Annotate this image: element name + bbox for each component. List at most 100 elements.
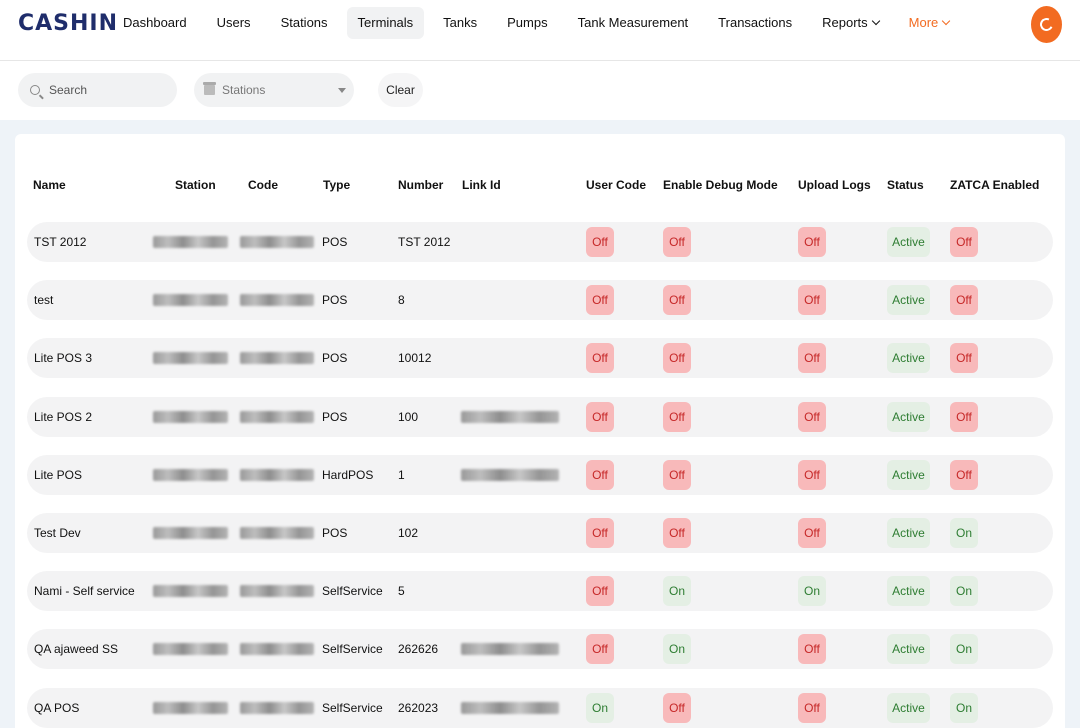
cell-name: test: [34, 293, 54, 308]
user-code-badge: Off: [586, 459, 614, 490]
redacted-link-id: [461, 643, 559, 656]
cell-number: 102: [398, 526, 419, 540]
redacted-station: [153, 410, 228, 423]
redacted-link-id: [461, 410, 559, 423]
cell-name: TST 2012: [34, 235, 87, 249]
stations-select[interactable]: Stations: [194, 73, 354, 107]
search-box[interactable]: [18, 73, 177, 107]
cell-type: POS: [322, 351, 348, 366]
user-avatar[interactable]: [1031, 6, 1062, 43]
upload-logs-badge: Off: [798, 518, 826, 548]
redacted-code: [240, 643, 314, 656]
header-code[interactable]: Code: [248, 178, 278, 192]
cashin-mark-icon: [1038, 16, 1055, 33]
clear-button[interactable]: Clear: [378, 73, 423, 107]
top-navigation-bar: CASHIN Dashboard Users Stations Terminal…: [0, 0, 1080, 61]
header-upload-logs[interactable]: Upload Logs: [798, 178, 871, 192]
user-code-badge: Off: [586, 227, 614, 257]
nav-transactions[interactable]: Transactions: [707, 7, 803, 39]
nav-dashboard[interactable]: Dashboard: [112, 7, 198, 39]
status-badge: Active: [887, 343, 930, 374]
status-badge: Active: [887, 692, 930, 723]
debug-badge: On: [663, 634, 691, 665]
nav-pumps[interactable]: Pumps: [496, 7, 558, 39]
zatca-badge: Off: [950, 285, 978, 316]
header-status[interactable]: Status: [887, 178, 924, 192]
redacted-station: [153, 585, 228, 598]
cell-number: 262626: [398, 642, 439, 657]
upload-logs-badge: Off: [798, 459, 826, 490]
upload-logs-badge: Off: [798, 634, 826, 665]
upload-logs-badge: Off: [798, 285, 826, 316]
table-row[interactable]: test POS 8 Off Off Off Active Off: [27, 280, 1053, 321]
cell-number: 262023: [398, 700, 439, 715]
table-row[interactable]: Lite POS 2 POS 100 Off Off Off Active Off: [27, 396, 1053, 437]
debug-badge: Off: [663, 692, 691, 723]
redacted-station: [153, 701, 228, 714]
redacted-code: [240, 352, 314, 365]
table-row[interactable]: QA ajaweed SS SelfService 262626 Off On Off Ac…: [27, 629, 1053, 670]
table-header: Name Station Code Type Number Link Id Us…: [15, 134, 1065, 222]
cell-name: Lite POS: [34, 467, 83, 482]
table-row[interactable]: Test Dev POS 102 Off Off Off Active On: [27, 513, 1053, 553]
redacted-station: [153, 352, 228, 365]
nav-stations[interactable]: Stations: [270, 7, 339, 39]
cell-type: HardPOS: [322, 467, 374, 482]
table-row[interactable]: TST 2012 POS TST 2012 Off Off Off Active Off: [27, 222, 1053, 262]
store-icon: [203, 82, 216, 95]
zatca-badge: Off: [950, 227, 978, 257]
redacted-code: [240, 410, 314, 423]
header-station[interactable]: Station: [175, 178, 216, 192]
status-badge: Active: [887, 285, 930, 316]
cell-number: 1: [398, 467, 405, 482]
header-type[interactable]: Type: [323, 178, 350, 192]
cell-type: SelfService: [322, 700, 383, 715]
redacted-code: [240, 701, 314, 714]
nav-users[interactable]: Users: [206, 7, 262, 39]
cell-name: QA POS: [34, 700, 80, 715]
cell-name: Test Dev: [34, 526, 81, 540]
header-name[interactable]: Name: [33, 178, 66, 192]
chevron-down-icon: [942, 16, 951, 26]
header-zatca-enabled[interactable]: ZATCA Enabled: [950, 178, 1039, 192]
cashin-logo[interactable]: CASHIN: [18, 11, 118, 36]
redacted-code: [240, 236, 314, 248]
cell-name: Lite POS 3: [34, 351, 93, 366]
cell-number: TST 2012: [398, 235, 451, 249]
table-row[interactable]: Nami - Self service SelfService 5 Off On On Ac…: [27, 571, 1053, 612]
debug-badge: Off: [663, 343, 691, 374]
nav-more-dropdown[interactable]: More: [898, 7, 961, 39]
nav-terminals[interactable]: Terminals: [346, 7, 425, 39]
nav-tank-measurement[interactable]: Tank Measurement: [567, 7, 700, 39]
header-user-code[interactable]: User Code: [586, 178, 646, 192]
table-row[interactable]: Lite POS 3 POS 10012 Off Off Off Active Off: [27, 338, 1053, 379]
redacted-code: [240, 585, 314, 598]
chevron-down-icon: [871, 16, 880, 26]
status-badge: Active: [887, 518, 930, 548]
status-badge: Active: [887, 459, 930, 490]
debug-badge: Off: [663, 285, 691, 316]
nav-tanks[interactable]: Tanks: [432, 7, 488, 39]
cell-number: 10012: [398, 351, 432, 366]
user-code-badge: Off: [586, 518, 614, 548]
debug-badge: Off: [663, 227, 691, 257]
zatca-badge: On: [950, 634, 978, 665]
zatca-badge: Off: [950, 459, 978, 490]
search-icon: [30, 85, 40, 95]
nav-reports-dropdown[interactable]: Reports: [811, 7, 890, 39]
table-row[interactable]: Lite POS HardPOS 1 Off Off Off Active Off: [27, 454, 1053, 495]
table-row[interactable]: QA POS SelfService 262023 On Off Off Active On: [27, 687, 1053, 728]
header-link-id[interactable]: Link Id: [462, 178, 501, 192]
search-input[interactable]: [49, 83, 159, 97]
header-number[interactable]: Number: [398, 178, 443, 192]
user-code-badge: Off: [586, 401, 614, 432]
redacted-code: [240, 294, 314, 307]
upload-logs-badge: Off: [798, 401, 826, 432]
caret-down-icon: [338, 88, 346, 93]
cell-number: 5: [398, 584, 405, 599]
cell-type: SelfService: [322, 584, 383, 599]
header-enable-debug-mode[interactable]: Enable Debug Mode: [663, 178, 778, 192]
cell-number: 8: [398, 293, 405, 308]
zatca-badge: On: [950, 576, 978, 607]
debug-badge: Off: [663, 518, 691, 548]
